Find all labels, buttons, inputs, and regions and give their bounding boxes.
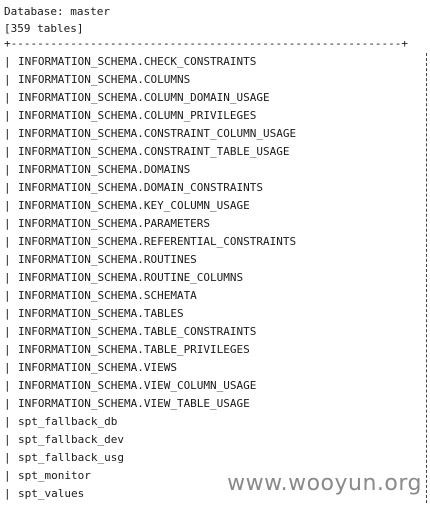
table-name: INFORMATION_SCHEMA.REFERENTIAL_CONSTRAIN… bbox=[18, 235, 297, 248]
table-row: | INFORMATION_SCHEMA.PARAMETERS bbox=[4, 215, 428, 233]
table-top-border: +---------------------------------------… bbox=[4, 37, 408, 50]
row-left-border: | bbox=[4, 199, 11, 212]
row-left-border: | bbox=[4, 361, 11, 374]
table-name: INFORMATION_SCHEMA.COLUMN_PRIVILEGES bbox=[18, 109, 257, 122]
row-left-border: | bbox=[4, 127, 11, 140]
row-left-border: | bbox=[4, 487, 11, 500]
table-name: INFORMATION_SCHEMA.CHECK_CONSTRAINTS bbox=[18, 55, 257, 68]
row-left-border: | bbox=[4, 433, 11, 446]
row-left-border: | bbox=[4, 469, 11, 482]
row-left-border: | bbox=[4, 271, 11, 284]
row-left-border: | bbox=[4, 181, 11, 194]
table-row: | INFORMATION_SCHEMA.VIEW_COLUMN_USAGE bbox=[4, 377, 428, 395]
table-row: | INFORMATION_SCHEMA.TABLES bbox=[4, 305, 428, 323]
row-left-border: | bbox=[4, 91, 11, 104]
table-name: INFORMATION_SCHEMA.TABLE_PRIVILEGES bbox=[18, 343, 250, 356]
row-left-border: | bbox=[4, 163, 11, 176]
row-left-border: | bbox=[4, 253, 11, 266]
row-left-border: | bbox=[4, 397, 11, 410]
table-row: | INFORMATION_SCHEMA.COLUMN_DOMAIN_USAGE bbox=[4, 89, 428, 107]
table-name: spt_fallback_usg bbox=[18, 451, 124, 464]
table-count: [359 tables] bbox=[4, 22, 84, 35]
table-row: | INFORMATION_SCHEMA.COLUMN_PRIVILEGES bbox=[4, 107, 428, 125]
row-left-border: | bbox=[4, 415, 11, 428]
table-row: | INFORMATION_SCHEMA.DOMAINS bbox=[4, 161, 428, 179]
table-name: INFORMATION_SCHEMA.DOMAINS bbox=[18, 163, 191, 176]
console-output: Database: master [359 tables] +---------… bbox=[4, 3, 428, 503]
table-name: INFORMATION_SCHEMA.TABLE_CONSTRAINTS bbox=[18, 325, 257, 338]
row-left-border: | bbox=[4, 145, 11, 158]
table-row: | INFORMATION_SCHEMA.VIEWS bbox=[4, 359, 428, 377]
table-name: INFORMATION_SCHEMA.TABLES bbox=[18, 307, 184, 320]
row-left-border: | bbox=[4, 451, 11, 464]
table-row: | spt_fallback_dev bbox=[4, 431, 428, 449]
table-row: | INFORMATION_SCHEMA.ROUTINE_COLUMNS bbox=[4, 269, 428, 287]
row-left-border: | bbox=[4, 379, 11, 392]
table-row: | INFORMATION_SCHEMA.SCHEMATA bbox=[4, 287, 428, 305]
table-row: | spt_fallback_db bbox=[4, 413, 428, 431]
row-left-border: | bbox=[4, 109, 11, 122]
table-row: | INFORMATION_SCHEMA.ROUTINES bbox=[4, 251, 428, 269]
table-name: INFORMATION_SCHEMA.PARAMETERS bbox=[18, 217, 211, 230]
table-row: | spt_fallback_usg bbox=[4, 449, 428, 467]
table-row: | INFORMATION_SCHEMA.TABLE_CONSTRAINTS bbox=[4, 323, 428, 341]
table-name: spt_fallback_dev bbox=[18, 433, 124, 446]
table-row: | INFORMATION_SCHEMA.CONSTRAINT_COLUMN_US… bbox=[4, 125, 428, 143]
table-name: INFORMATION_SCHEMA.COLUMNS bbox=[18, 73, 191, 86]
table-row: | INFORMATION_SCHEMA.REFERENTIAL_CONSTRAI… bbox=[4, 233, 428, 251]
table-name: INFORMATION_SCHEMA.CONSTRAINT_COLUMN_USA… bbox=[18, 127, 297, 140]
table-row: | INFORMATION_SCHEMA.CHECK_CONSTRAINTS bbox=[4, 53, 428, 71]
table-name: INFORMATION_SCHEMA.ROUTINES bbox=[18, 253, 197, 266]
table-name: INFORMATION_SCHEMA.VIEW_TABLE_USAGE bbox=[18, 397, 250, 410]
table-name: INFORMATION_SCHEMA.ROUTINE_COLUMNS bbox=[18, 271, 244, 284]
table-name: INFORMATION_SCHEMA.KEY_COLUMN_USAGE bbox=[18, 199, 250, 212]
table-name: INFORMATION_SCHEMA.CONSTRAINT_TABLE_USAG… bbox=[18, 145, 290, 158]
table-name: INFORMATION_SCHEMA.SCHEMATA bbox=[18, 289, 197, 302]
row-left-border: | bbox=[4, 289, 11, 302]
table-name: INFORMATION_SCHEMA.VIEWS bbox=[18, 361, 177, 374]
row-left-border: | bbox=[4, 235, 11, 248]
row-left-border: | bbox=[4, 307, 11, 320]
table-name: INFORMATION_SCHEMA.VIEW_COLUMN_USAGE bbox=[18, 379, 257, 392]
table-list: | INFORMATION_SCHEMA.CHECK_CONSTRAINTS | IN… bbox=[4, 53, 428, 503]
row-left-border: | bbox=[4, 325, 11, 338]
table-name: spt_values bbox=[18, 487, 85, 500]
table-name: INFORMATION_SCHEMA.COLUMN_DOMAIN_USAGE bbox=[18, 91, 270, 104]
row-left-border: | bbox=[4, 73, 11, 86]
table-row: | INFORMATION_SCHEMA.COLUMNS bbox=[4, 71, 428, 89]
row-left-border: | bbox=[4, 55, 11, 68]
row-left-border: | bbox=[4, 343, 11, 356]
table-row: | INFORMATION_SCHEMA.DOMAIN_CONSTRAINTS bbox=[4, 179, 428, 197]
table-name: spt_fallback_db bbox=[18, 415, 118, 428]
watermark: www.wooyun.org bbox=[227, 471, 422, 496]
row-left-border: | bbox=[4, 217, 11, 230]
table-row: | INFORMATION_SCHEMA.VIEW_TABLE_USAGE bbox=[4, 395, 428, 413]
database-label: Database: master bbox=[4, 5, 110, 18]
table-name: spt_monitor bbox=[18, 469, 91, 482]
table-row: | INFORMATION_SCHEMA.KEY_COLUMN_USAGE bbox=[4, 197, 428, 215]
table-row: | INFORMATION_SCHEMA.CONSTRAINT_TABLE_USA… bbox=[4, 143, 428, 161]
table-name: INFORMATION_SCHEMA.DOMAIN_CONSTRAINTS bbox=[18, 181, 264, 194]
table-right-border bbox=[426, 53, 428, 503]
table-row: | INFORMATION_SCHEMA.TABLE_PRIVILEGES bbox=[4, 341, 428, 359]
